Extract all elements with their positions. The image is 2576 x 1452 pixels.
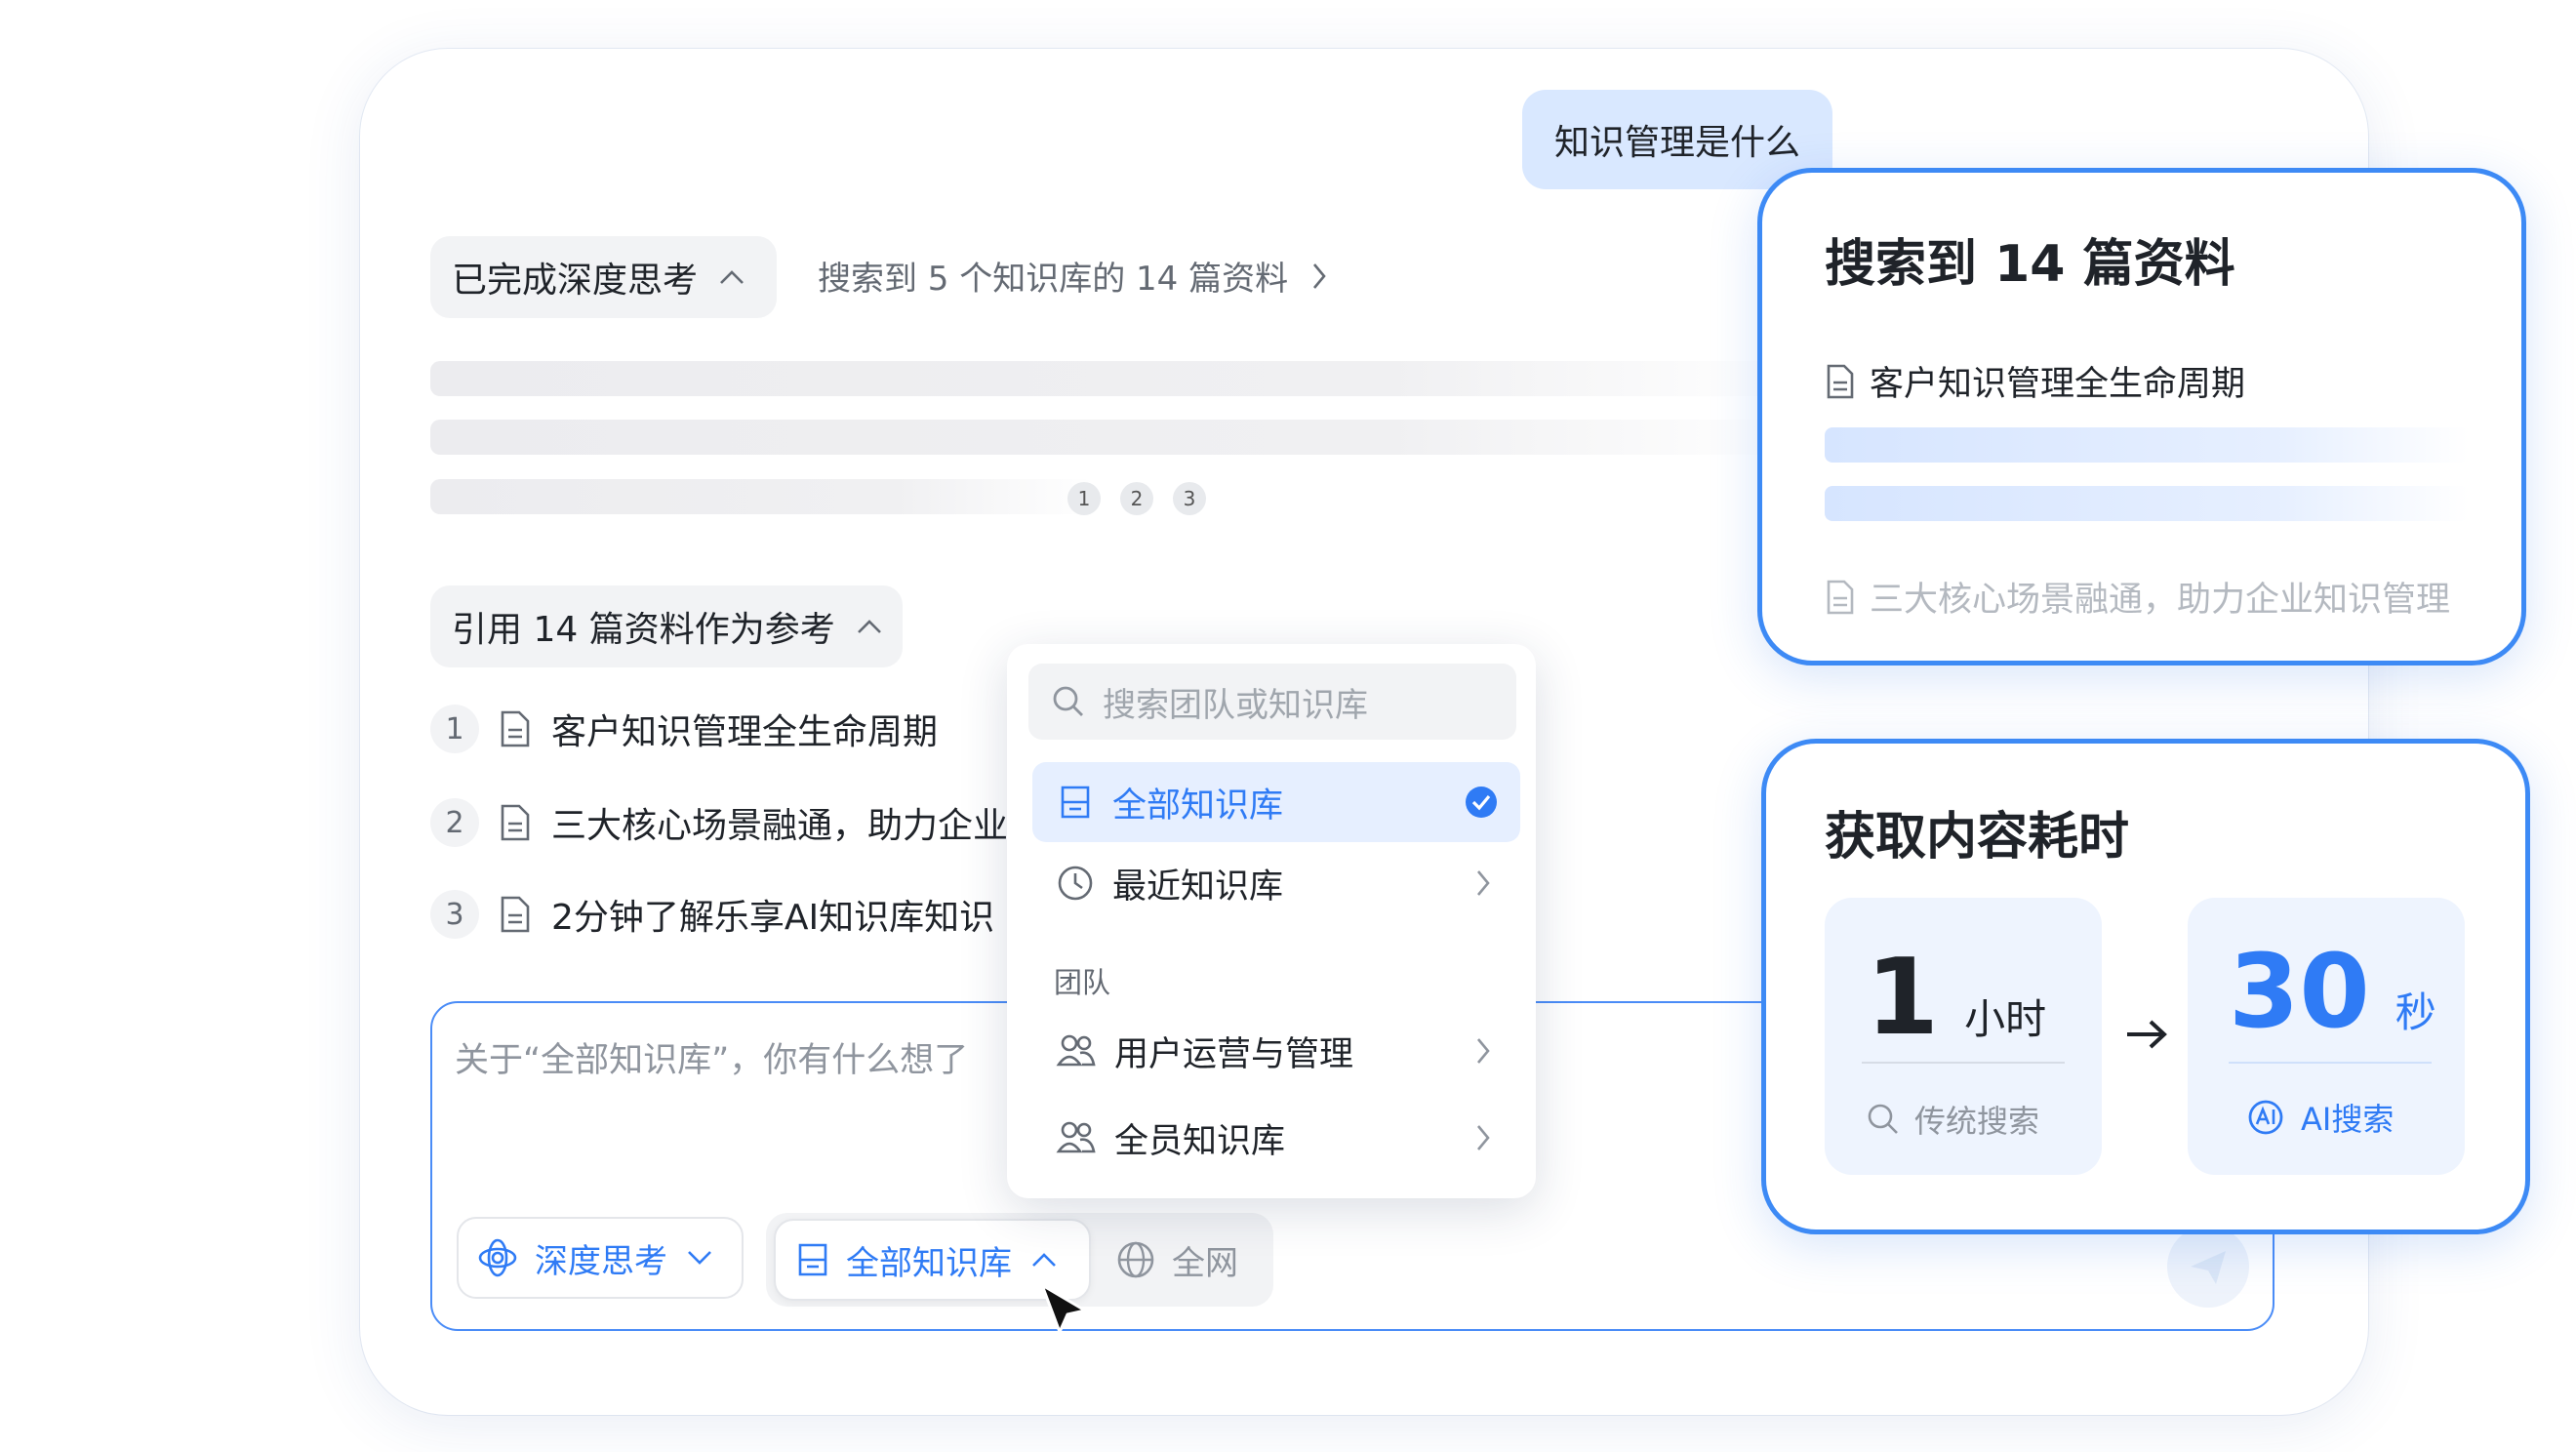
dropdown-item-all-kb[interactable]: 全部知识库 — [1032, 762, 1520, 842]
citation-marker[interactable]: 3 — [1173, 482, 1206, 515]
reference-number: 1 — [430, 705, 479, 753]
checkmark-icon — [1466, 786, 1497, 818]
answer-skeleton-line — [430, 479, 1094, 514]
reference-title: 三大核心场景融通，助力企业 — [551, 806, 1009, 846]
send-icon — [2191, 1251, 2226, 1284]
reference-number: 3 — [430, 890, 479, 939]
deep-think-label: 深度思考 — [535, 1241, 667, 1281]
chevron-down-icon — [688, 1251, 711, 1265]
citation-marker[interactable]: 1 — [1067, 482, 1101, 515]
chevron-right-icon — [1477, 870, 1490, 896]
clock-icon — [1058, 866, 1093, 901]
answer-skeleton-line — [430, 361, 1796, 396]
document-icon — [1827, 364, 1854, 398]
chevron-up-icon — [720, 270, 744, 284]
chevron-up-icon — [1032, 1253, 1056, 1267]
reference-title: 客户知识管理全生命周期 — [551, 712, 939, 752]
traditional-search-label-row: 传统搜索 — [1866, 1097, 2039, 1142]
search-summary-link[interactable]: 搜索到 5 个知识库的 14 篇资料 — [818, 252, 1329, 300]
traditional-time: 1 小时 — [1866, 937, 2046, 1059]
team-icon — [1056, 1034, 1096, 1067]
search-result-snippet-bar — [1825, 486, 2469, 521]
search-result-title: 三大核心场景融通，助力企业知识管理 — [1870, 581, 2451, 620]
ai-time-unit: 秒 — [2395, 988, 2436, 1036]
search-result-doc[interactable]: 三大核心场景融通，助力企业知识管理 — [1825, 572, 2450, 622]
web-search-label: 全网 — [1172, 1243, 1238, 1283]
composer-placeholder: 关于“全部知识库”，你有什么想了 — [455, 1041, 969, 1080]
reference-number: 2 — [430, 798, 479, 847]
dropdown-item-label: 用户运营与管理 — [1114, 1034, 1354, 1074]
globe-icon — [1117, 1241, 1154, 1278]
reference-item[interactable]: 1 客户知识管理全生命周期 — [430, 704, 938, 754]
traditional-time-unit: 小时 — [1964, 995, 2047, 1043]
knowledge-base-icon — [798, 1243, 827, 1276]
citation-marker[interactable]: 2 — [1120, 482, 1153, 515]
mouse-cursor-icon — [1040, 1283, 1087, 1334]
stat-divider — [1862, 1062, 2065, 1064]
search-summary-text: 搜索到 5 个知识库的 14 篇资料 — [818, 260, 1289, 299]
document-icon — [501, 896, 530, 933]
stat-divider — [2229, 1062, 2432, 1064]
time-comparison-title: 获取内容耗时 — [1825, 808, 2130, 867]
search-result-doc[interactable]: 客户知识管理全生命周期 — [1825, 356, 2245, 406]
ai-search-label-row: AI搜索 — [2246, 1095, 2394, 1140]
dropdown-item-label: 最近知识库 — [1112, 867, 1284, 907]
dropdown-item-label: 全员知识库 — [1114, 1121, 1286, 1161]
arrow-right-icon — [2127, 1020, 2167, 1049]
search-results-title: 搜索到 14 篇资料 — [1825, 235, 2235, 294]
document-icon — [1827, 580, 1854, 614]
thinking-status-chip[interactable]: 已完成深度思考 — [430, 236, 777, 318]
web-search-toggle[interactable]: 全网 — [1115, 1219, 1262, 1301]
search-result-snippet-bar — [1825, 427, 2469, 463]
chevron-right-icon — [1313, 262, 1326, 289]
ai-search-label: AI搜索 — [2301, 1101, 2395, 1138]
chevron-up-icon — [857, 620, 881, 633]
ai-icon — [2248, 1100, 2283, 1135]
dropdown-item-team[interactable]: 用户运营与管理 — [1032, 1011, 1520, 1091]
dropdown-item-recent-kb[interactable]: 最近知识库 — [1032, 843, 1520, 923]
knowledge-base-icon — [1061, 786, 1090, 819]
document-icon — [501, 710, 530, 747]
references-chip-label: 引用 14 篇资料作为参考 — [452, 610, 835, 650]
send-button[interactable] — [2167, 1226, 2249, 1308]
ai-time: 30 秒 — [2229, 932, 2436, 1051]
reference-item[interactable]: 2 三大核心场景融通，助力企业 — [430, 797, 1008, 848]
search-result-title: 客户知识管理全生命周期 — [1870, 365, 2246, 404]
answer-skeleton-line — [430, 420, 1796, 455]
document-icon — [501, 804, 530, 841]
chevron-right-icon — [1477, 1125, 1490, 1150]
search-icon — [1053, 686, 1083, 716]
reference-item[interactable]: 3 2分钟了解乐享AI知识库知识 — [430, 889, 994, 940]
references-chip[interactable]: 引用 14 篇资料作为参考 — [430, 585, 903, 667]
deep-think-toggle[interactable]: 深度思考 — [457, 1217, 744, 1299]
atom-icon — [478, 1238, 517, 1277]
dropdown-search-placeholder: 搜索团队或知识库 — [1103, 685, 1368, 725]
dropdown-item-team[interactable]: 全员知识库 — [1032, 1098, 1520, 1178]
traditional-time-value: 1 — [1866, 937, 1940, 1059]
traditional-search-label: 传统搜索 — [1914, 1103, 2040, 1140]
reference-title: 2分钟了解乐享AI知识库知识 — [551, 898, 995, 938]
dropdown-section-team: 团队 — [1054, 966, 1111, 999]
search-icon — [1868, 1104, 1898, 1134]
chevron-right-icon — [1477, 1038, 1490, 1064]
user-message-text: 知识管理是什么 — [1553, 123, 1800, 163]
team-icon — [1056, 1121, 1096, 1153]
dropdown-item-label: 全部知识库 — [1112, 786, 1284, 826]
ai-time-value: 30 — [2229, 932, 2370, 1051]
dropdown-search-input[interactable]: 搜索团队或知识库 — [1028, 664, 1516, 740]
knowledge-base-label: 全部知识库 — [846, 1243, 1012, 1283]
thinking-status-label: 已完成深度思考 — [452, 261, 699, 301]
